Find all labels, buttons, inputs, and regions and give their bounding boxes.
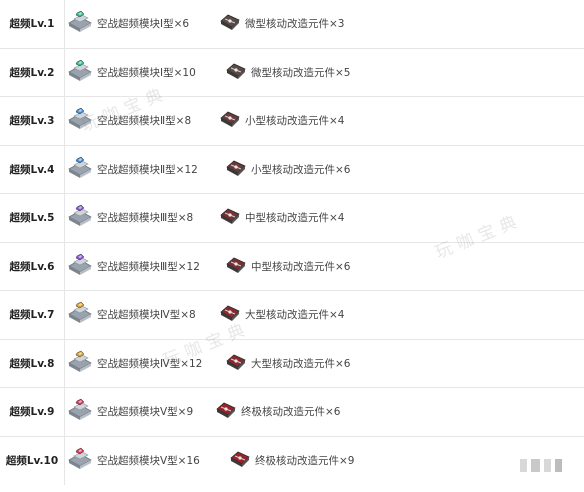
part-cost: 大型核动改造元件×6	[224, 340, 350, 388]
column-divider	[64, 242, 65, 290]
level-label: 超频Lv.2	[9, 66, 55, 79]
nuclear-part-icon	[224, 351, 248, 376]
air-overclock-module-icon	[66, 107, 94, 134]
air-overclock-module-icon	[66, 398, 94, 425]
column-divider	[64, 48, 65, 96]
nuclear-part-icon	[218, 11, 242, 36]
part-cost-label: 微型核动改造元件×5	[251, 66, 351, 79]
nuclear-part-icon	[218, 302, 242, 327]
part-cost: 终极核动改造元件×9	[228, 437, 354, 486]
level-label: 超频Lv.8	[9, 357, 55, 370]
module-cost: 空战超频模块Ⅰ型×10	[66, 49, 196, 97]
nuclear-part-icon	[214, 399, 238, 424]
air-overclock-module-icon	[66, 10, 94, 37]
part-cost-label: 大型核动改造元件×4	[245, 309, 345, 322]
table-row: 超频Lv.1 空战超频模块Ⅰ型×6 微型核动改造元件×3	[0, 0, 584, 49]
level-label: 超频Lv.9	[9, 406, 55, 419]
table-row: 超频Lv.10 空战超频模块Ⅴ型×16 终极核动改造元件×9	[0, 436, 584, 486]
part-cost: 中型核动改造元件×4	[218, 194, 344, 242]
module-cost-label: 空战超频模块Ⅲ型×8	[97, 212, 194, 225]
column-divider	[64, 0, 65, 48]
air-overclock-module-icon	[66, 447, 94, 474]
air-overclock-module-icon	[66, 204, 94, 231]
nuclear-part-icon	[224, 157, 248, 182]
module-cost-label: 空战超频模块Ⅱ型×12	[97, 163, 198, 176]
level-label: 超频Lv.4	[9, 163, 55, 176]
module-cost-label: 空战超频模块Ⅰ型×10	[97, 66, 196, 79]
module-cost: 空战超频模块Ⅳ型×12	[66, 340, 202, 388]
table-row: 超频Lv.6 空战超频模块Ⅲ型×12 中型核动改造元件×6	[0, 242, 584, 291]
column-divider	[64, 388, 65, 436]
part-cost-label: 中型核动改造元件×6	[251, 260, 351, 273]
part-cost-label: 小型核动改造元件×4	[245, 115, 345, 128]
table-row: 超频Lv.4 空战超频模块Ⅱ型×12 小型核动改造元件×6	[0, 145, 584, 194]
part-cost: 终极核动改造元件×6	[214, 388, 340, 436]
module-cost: 空战超频模块Ⅱ型×12	[66, 146, 198, 194]
table-row: 超频Lv.7 空战超频模块Ⅳ型×8 大型核动改造元件×4	[0, 291, 584, 340]
air-overclock-module-icon	[66, 350, 94, 377]
table-row: 超频Lv.9 空战超频模块Ⅴ型×9 终极核动改造元件×6	[0, 388, 584, 437]
level-label: 超频Lv.6	[9, 260, 55, 273]
part-cost: 微型核动改造元件×3	[218, 0, 344, 48]
level-label: 超频Lv.7	[9, 309, 55, 322]
part-cost: 小型核动改造元件×6	[224, 146, 350, 194]
nuclear-part-icon	[218, 205, 242, 230]
level-label: 超频Lv.3	[9, 115, 55, 128]
air-overclock-module-icon	[66, 156, 94, 183]
part-cost-label: 中型核动改造元件×4	[245, 212, 345, 225]
column-divider	[64, 145, 65, 193]
module-cost-label: 空战超频模块Ⅴ型×16	[97, 455, 200, 468]
part-cost: 微型核动改造元件×5	[224, 49, 350, 97]
level-label: 超频Lv.1	[9, 18, 55, 31]
module-cost: 空战超频模块Ⅳ型×8	[66, 291, 196, 339]
level-label: 超频Lv.5	[9, 212, 55, 225]
module-cost: 空战超频模块Ⅱ型×8	[66, 97, 191, 145]
module-cost-label: 空战超频模块Ⅳ型×12	[97, 357, 203, 370]
part-cost-label: 小型核动改造元件×6	[251, 163, 351, 176]
nuclear-part-icon	[228, 448, 252, 473]
table-row: 超频Lv.2 空战超频模块Ⅰ型×10 微型核动改造元件×5	[0, 48, 584, 97]
table-row: 超频Lv.8 空战超频模块Ⅳ型×12 大型核动改造元件×6	[0, 339, 584, 388]
column-divider	[64, 291, 65, 339]
module-cost-label: 空战超频模块Ⅱ型×8	[97, 115, 192, 128]
module-cost-label: 空战超频模块Ⅲ型×12	[97, 260, 200, 273]
module-cost-label: 空战超频模块Ⅳ型×8	[97, 309, 196, 322]
module-cost: 空战超频模块Ⅴ型×9	[66, 388, 193, 436]
part-cost: 小型核动改造元件×4	[218, 97, 344, 145]
air-overclock-module-icon	[66, 59, 94, 86]
air-overclock-module-icon	[66, 301, 94, 328]
air-overclock-module-icon	[66, 253, 94, 280]
part-cost: 中型核动改造元件×6	[224, 243, 350, 291]
part-cost: 大型核动改造元件×4	[218, 291, 344, 339]
part-cost-label: 微型核动改造元件×3	[245, 18, 345, 31]
level-label: 超频Lv.10	[5, 455, 59, 468]
nuclear-part-icon	[224, 254, 248, 279]
nuclear-part-icon	[224, 60, 248, 85]
column-divider	[64, 436, 65, 485]
part-cost-label: 终极核动改造元件×9	[255, 455, 355, 468]
module-cost-label: 空战超频模块Ⅰ型×6	[97, 18, 190, 31]
module-cost: 空战超频模块Ⅰ型×6	[66, 0, 189, 48]
part-cost-label: 终极核动改造元件×6	[241, 406, 341, 419]
column-divider	[64, 194, 65, 242]
corner-logo	[520, 459, 562, 472]
part-cost-label: 大型核动改造元件×6	[251, 357, 351, 370]
module-cost: 空战超频模块Ⅲ型×8	[66, 194, 193, 242]
column-divider	[64, 97, 65, 145]
table-row: 超频Lv.3 空战超频模块Ⅱ型×8 小型核动改造元件×4	[0, 97, 584, 146]
nuclear-part-icon	[218, 108, 242, 133]
overclock-cost-table: 超频Lv.1 空战超频模块Ⅰ型×6 微型核动改造元件×3 超频Lv.2 空战超频模块Ⅰ型…	[0, 0, 584, 485]
module-cost-label: 空战超频模块Ⅴ型×9	[97, 406, 194, 419]
table-row: 超频Lv.5 空战超频模块Ⅲ型×8 中型核动改造元件×4	[0, 194, 584, 243]
column-divider	[64, 339, 65, 387]
module-cost: 空战超频模块Ⅴ型×16	[66, 437, 200, 486]
module-cost: 空战超频模块Ⅲ型×12	[66, 243, 200, 291]
